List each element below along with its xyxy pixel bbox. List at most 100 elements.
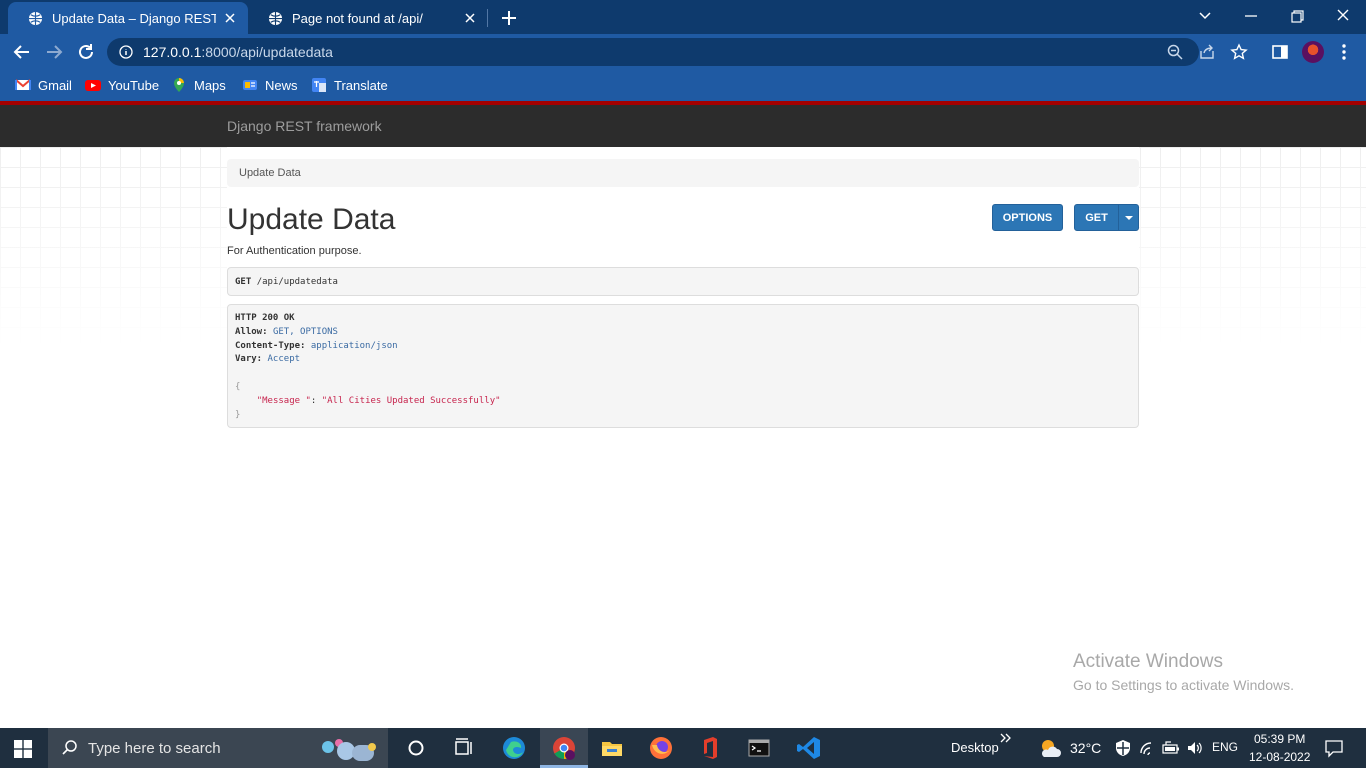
taskbar-search-box[interactable]: Type here to search [48, 728, 388, 768]
bookmark-youtube[interactable]: YouTube [85, 76, 159, 94]
clock-time[interactable]: 05:39 PM [1254, 732, 1305, 746]
watermark-title: Activate Windows [1073, 651, 1223, 672]
header-key: Allow: [235, 326, 268, 337]
notifications-icon[interactable] [1324, 738, 1344, 758]
json-close-brace: } [235, 409, 241, 420]
task-view-icon[interactable] [451, 735, 477, 761]
close-tab-icon[interactable] [222, 10, 238, 26]
edge-icon[interactable] [501, 735, 527, 761]
bookmark-label: YouTube [108, 77, 160, 93]
clock-date[interactable]: 12-08-2022 [1249, 750, 1310, 764]
page-title: Update Data [227, 203, 396, 236]
profile-avatar[interactable] [1302, 41, 1324, 63]
tab-update-data[interactable]: Update Data – Django REST framework [8, 2, 248, 34]
get-button[interactable]: GET [1074, 204, 1119, 231]
chrome-icon[interactable] [551, 735, 577, 761]
watermark-subtitle: Go to Settings to activate Windows. [1073, 677, 1294, 693]
bookmark-star-icon[interactable] [1230, 43, 1248, 61]
youtube-icon [85, 80, 101, 91]
close-window-icon[interactable] [1332, 6, 1354, 26]
tab-search-chevron-icon[interactable] [1194, 6, 1216, 26]
address-bar[interactable]: 127.0.0.1:8000/api/updatedata [107, 38, 1248, 66]
bookmark-label: Gmail [38, 77, 72, 93]
bookmark-translate[interactable]: Translate [311, 76, 388, 94]
side-panel-icon[interactable] [1270, 42, 1290, 62]
site-info-icon[interactable] [119, 45, 133, 59]
response-info: HTTP 200 OK Allow: GET, OPTIONS Content-… [227, 304, 1139, 428]
file-explorer-icon[interactable] [599, 735, 625, 761]
page-content: Update Data Update Data OPTIONS GET For … [0, 147, 1366, 728]
bookmark-news[interactable]: News [242, 76, 298, 94]
windows-taskbar: Type here to search Desktop 32°C ENG 05:… [0, 728, 1366, 768]
bookmark-label: Maps [194, 77, 226, 93]
globe-icon [28, 11, 43, 25]
url-text: 127.0.0.1:8000/api/updatedata [143, 44, 333, 60]
volume-icon[interactable] [1186, 739, 1204, 757]
translate-icon [312, 78, 326, 92]
cortana-icon[interactable] [403, 735, 429, 761]
options-button[interactable]: OPTIONS [992, 204, 1063, 231]
zoom-icon[interactable] [1166, 43, 1184, 61]
json-value: "All Cities Updated Successfully" [321, 395, 501, 406]
share-icon[interactable] [1198, 43, 1216, 61]
request-method: GET [235, 277, 252, 287]
bookmark-label: Translate [334, 77, 388, 93]
desktop-toolbar-label[interactable]: Desktop [951, 740, 999, 755]
search-placeholder: Type here to search [88, 740, 221, 757]
breadcrumb-item[interactable]: Update Data [239, 167, 301, 179]
menu-kebab-icon[interactable] [1334, 42, 1354, 62]
bookmark-gmail[interactable]: Gmail [15, 76, 72, 94]
firefox-icon[interactable] [648, 735, 674, 761]
tab-title: Page not found at /api/ [292, 10, 423, 26]
tab-separator [487, 9, 488, 27]
header-key: Content-Type: [235, 340, 306, 351]
wifi-icon[interactable] [1139, 739, 1157, 757]
globe-icon [268, 11, 283, 25]
restore-icon[interactable] [1286, 6, 1308, 26]
temperature[interactable]: 32°C [1070, 740, 1101, 756]
back-icon[interactable] [10, 40, 34, 64]
forward-icon[interactable] [42, 40, 66, 64]
search-highlight-illustration-icon [322, 739, 376, 761]
tab-page-not-found[interactable]: Page not found at /api/ [248, 2, 488, 34]
caret-down-icon [1124, 215, 1133, 220]
windows-start-icon[interactable] [14, 740, 32, 758]
input-language[interactable]: ENG [1212, 740, 1238, 754]
command-prompt-icon[interactable] [746, 735, 772, 761]
bookmarks-bar: Gmail YouTube Maps News Translate [0, 70, 1366, 101]
json-key: "Message " [256, 395, 311, 406]
json-separator: : [310, 395, 322, 406]
view-description: For Authentication purpose. [227, 245, 362, 257]
header-value: GET, OPTIONS [272, 326, 338, 337]
new-tab-icon[interactable] [498, 7, 520, 29]
header-key: Vary: [235, 354, 263, 365]
security-shield-icon[interactable] [1114, 739, 1132, 757]
request-path: /api/updatedata [256, 277, 338, 287]
browser-toolbar: 127.0.0.1:8000/api/updatedata [0, 34, 1366, 70]
url-path: :8000/api/updatedata [201, 44, 333, 60]
tab-title: Update Data – Django REST framework [52, 10, 216, 26]
minimize-icon[interactable] [1240, 6, 1262, 26]
bookmark-label: News [265, 77, 298, 93]
breadcrumb: Update Data [227, 159, 1139, 187]
battery-icon[interactable] [1162, 739, 1180, 757]
response-status: HTTP 200 OK [235, 313, 295, 323]
bookmark-maps[interactable]: Maps [171, 76, 226, 94]
json-open-brace: { [235, 381, 241, 392]
close-tab-icon[interactable] [462, 10, 478, 26]
gmail-icon [15, 79, 31, 90]
reload-icon[interactable] [74, 40, 98, 64]
header-value: Accept [267, 354, 301, 365]
weather-icon[interactable] [1038, 737, 1062, 759]
get-format-dropdown-button[interactable] [1118, 204, 1139, 231]
drf-brand-link[interactable]: Django REST framework [227, 118, 382, 134]
activate-windows-watermark: Activate Windows Go to Settings to activ… [1073, 651, 1294, 693]
tab-strip: Update Data – Django REST framework Page… [0, 0, 1366, 34]
content-container: Update Data Update Data OPTIONS GET For … [227, 147, 1139, 447]
chevron-right-double-icon[interactable] [998, 732, 1012, 744]
news-icon [243, 80, 257, 90]
vscode-icon[interactable] [796, 735, 822, 761]
header-value: application/json [310, 340, 398, 351]
office-icon[interactable] [697, 735, 723, 761]
maps-icon [174, 78, 184, 92]
